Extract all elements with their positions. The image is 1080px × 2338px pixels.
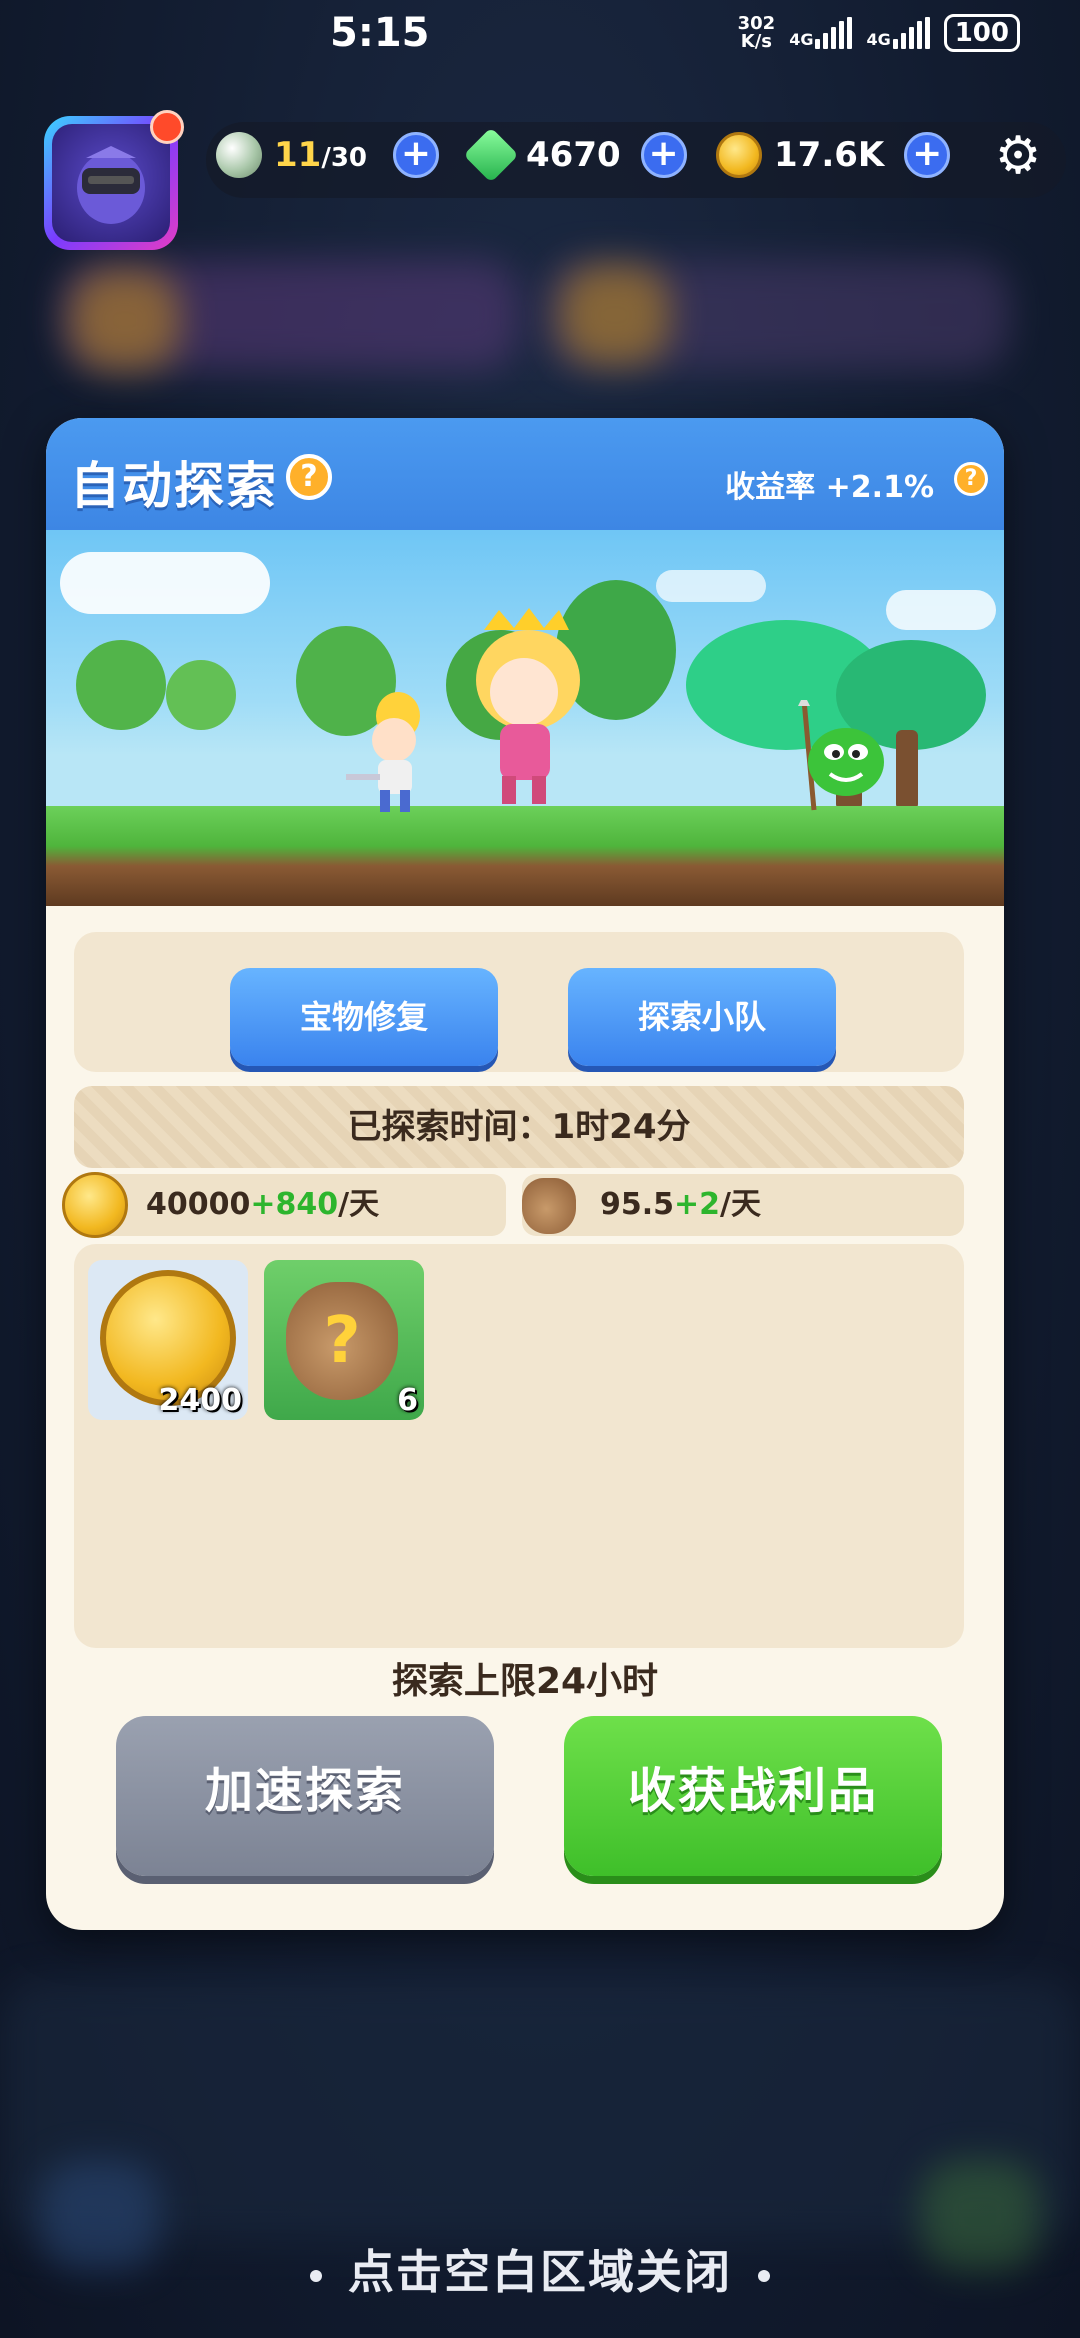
explore-limit-text: 探索上限24小时 [391, 1661, 659, 1702]
loot-count-mystery-bag: 6 [397, 1383, 418, 1418]
notification-dot [150, 110, 184, 144]
gems-resource: 4670 + [463, 127, 687, 183]
tap-to-close-hint[interactable]: 点击空白区域关闭 [0, 2236, 1080, 2302]
add-energy-button[interactable]: + [393, 132, 440, 178]
gem-icon [463, 127, 519, 183]
loot-count-coin: 2400 [158, 1383, 243, 1418]
player-avatar[interactable] [44, 110, 184, 250]
coin-rate-icon [62, 1172, 128, 1238]
loot-slot-coin[interactable]: 2400 [88, 1260, 248, 1420]
coin-rate-text: 40000+840/天 [146, 1187, 380, 1222]
hint-dot-right [758, 2269, 770, 2282]
settings-gear-icon[interactable]: ⚙ [990, 128, 1046, 184]
gems-value: 4670 [526, 135, 621, 175]
energy-value: 11/30 [274, 135, 368, 175]
ground-strip [46, 806, 1004, 906]
coin-rate-row: 40000+840/天 [62, 1172, 506, 1238]
energy-resource: 11/30 + [216, 132, 440, 178]
battery-icon: 100 [943, 14, 1020, 52]
mystery-bag-rate-icon [522, 1178, 576, 1234]
explored-time-label: 已探索时间： [347, 1107, 552, 1147]
hint-dot-left [310, 2269, 322, 2282]
status-bar: 5:15 302 K/s 4G 4G 100 [0, 0, 1080, 70]
network-speed-unit: K/s [740, 31, 773, 52]
speed-up-explore-button[interactable]: 加速探索 [116, 1716, 494, 1876]
explored-time-value: 1时24分 [551, 1107, 691, 1147]
treasure-repair-button[interactable]: 宝物修复 [230, 968, 498, 1066]
close-hint-text: 点击空白区域关闭 [348, 2245, 732, 2299]
yield-rate-value: +2.1% [825, 470, 934, 505]
collect-loot-button[interactable]: 收获战利品 [564, 1716, 942, 1876]
auto-explore-dialog: 自动探索 ? 收益率 +2.1% ? 宝物修复 探索小队 已探索时间：1时24分… [46, 418, 1004, 1930]
add-gems-button[interactable]: + [640, 132, 687, 178]
coins-value: 17.6K [774, 135, 885, 175]
signal-icon-2: 4G [866, 17, 930, 49]
network-speed: 302 K/s [738, 15, 776, 51]
loot-slot-mystery-bag[interactable]: ? 6 [264, 1260, 424, 1420]
green-goblin-enemy-icon [798, 700, 884, 811]
coins-resource: 17.6K + [716, 132, 951, 178]
yield-rate-label: 收益率 [725, 470, 816, 505]
mystery-bag-icon: ? [286, 1282, 398, 1400]
dialog-header: 自动探索 ? 收益率 +2.1% ? [46, 418, 1004, 530]
loot-panel: 2400 ? 6 [74, 1244, 964, 1648]
explore-team-button[interactable]: 探索小队 [568, 968, 836, 1066]
signal-icon-1: 4G [789, 17, 853, 49]
explored-time-bar: 已探索时间：1时24分 [74, 1086, 964, 1168]
princess-icon [476, 608, 580, 804]
signal-label-1: 4G [789, 30, 814, 49]
yield-rate-help-icon[interactable]: ? [954, 462, 988, 496]
status-time: 5:15 [330, 10, 430, 56]
action-buttons-panel: 宝物修复 探索小队 [74, 932, 964, 1072]
exploration-scene [46, 530, 1004, 906]
help-icon[interactable]: ? [286, 454, 332, 500]
yield-rate: 收益率 +2.1% [725, 462, 934, 506]
energy-orb-icon [216, 132, 262, 178]
hero-boy-icon [346, 692, 420, 812]
coin-icon [716, 132, 762, 178]
signal-label-2: 4G [866, 30, 891, 49]
dialog-title: 自动探索 [70, 457, 278, 515]
bag-rate-text: 95.5+2/天 [600, 1187, 762, 1222]
knight-helmet-icon [77, 146, 145, 224]
bag-rate-row: 95.5+2/天 [522, 1174, 964, 1236]
top-resource-bar: 11/30 + 4670 + 17.6K + ⚙ [0, 110, 1080, 250]
add-coins-button[interactable]: + [904, 132, 951, 178]
